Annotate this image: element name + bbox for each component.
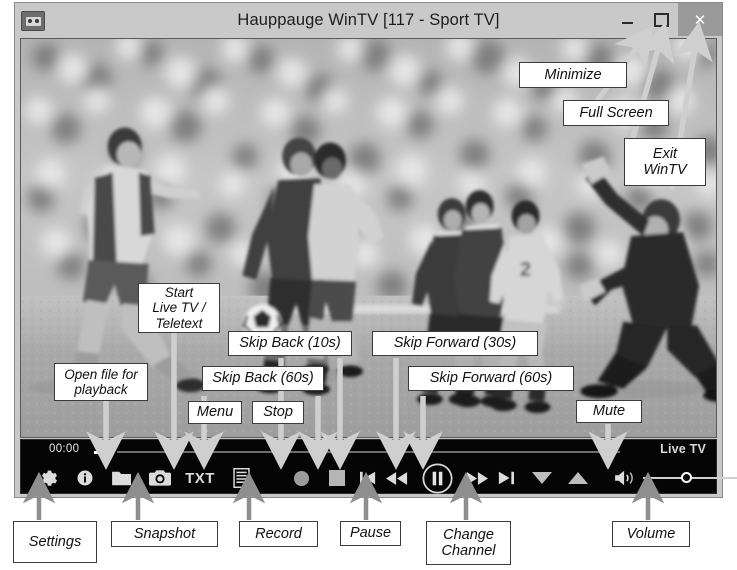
callout-record: Record [239, 521, 318, 547]
skip-back-icon [360, 471, 376, 485]
callout-exit-line2: WinTV [643, 162, 687, 178]
camera-icon [149, 470, 171, 486]
callout-settings: Settings [13, 521, 97, 563]
channel-up-button[interactable] [561, 462, 595, 494]
triangle-up-icon [568, 472, 588, 484]
triangle-down-icon [532, 472, 552, 484]
skip-back-10-button[interactable] [381, 462, 413, 494]
callout-volume: Volume [612, 521, 690, 547]
stop-button[interactable] [321, 462, 353, 494]
pause-button[interactable] [417, 462, 457, 494]
callout-menu: Menu [188, 401, 242, 424]
callout-pause: Pause [340, 521, 401, 546]
callout-openfile-line2: playback [74, 382, 128, 397]
skip-back-60-button[interactable] [355, 462, 381, 494]
callout-skip-forward-60: Skip Forward (60s) [408, 366, 574, 391]
seek-track[interactable] [117, 451, 620, 453]
txt-label: TXT [185, 469, 215, 487]
svg-text:2: 2 [520, 259, 531, 281]
record-button[interactable] [285, 462, 317, 494]
menu-button[interactable] [225, 462, 257, 494]
time-display: 00:00 [49, 443, 80, 455]
fast-forward-icon [466, 471, 488, 485]
skip-forward-60-button[interactable] [493, 462, 519, 494]
callout-channel-line1: Change [443, 526, 494, 543]
callout-startlive-line2: Live TV / [152, 300, 206, 316]
info-icon [77, 470, 93, 486]
skip-forward-icon [498, 471, 514, 485]
minimize-icon [621, 22, 633, 24]
speaker-icon [615, 470, 633, 486]
callout-start-live-tv: Start Live TV / Teletext [138, 283, 220, 333]
maximize-button[interactable] [644, 3, 678, 36]
close-button[interactable]: ✕ [678, 3, 722, 36]
callout-startlive-line1: Start [164, 285, 194, 301]
callout-skip-back-10: Skip Back (10s) [228, 331, 352, 356]
folder-icon [112, 471, 131, 486]
volume-slider[interactable] [643, 462, 737, 494]
mute-button[interactable] [609, 462, 641, 494]
callout-minimize: Minimize [519, 62, 627, 88]
skip-forward-30-button[interactable] [461, 462, 493, 494]
live-tv-status: Live TV [660, 442, 706, 456]
transport-buttons: TXT [21, 462, 737, 494]
player-toolbar: 00:00 Live TV TXT [20, 439, 737, 494]
callout-channel-line2: Channel [441, 543, 496, 559]
callout-skip-forward-30: Skip Forward (30s) [372, 331, 538, 356]
info-button[interactable] [69, 462, 101, 494]
callout-stop: Stop [252, 401, 304, 424]
seek-row: 00:00 Live TV [21, 440, 716, 462]
stop-icon [329, 470, 345, 486]
snapshot-button[interactable] [143, 462, 177, 494]
callout-open-file: Open file for playback [54, 363, 148, 401]
rewind-icon [386, 471, 408, 485]
callout-skip-back-60: Skip Back (60s) [202, 366, 324, 391]
gear-icon [41, 470, 57, 486]
callout-fullscreen: Full Screen [563, 100, 669, 126]
record-icon [293, 470, 309, 486]
callout-openfile-line1: Open file for [64, 366, 138, 382]
open-file-button[interactable] [105, 462, 139, 494]
callout-snapshot: Snapshot [111, 521, 218, 547]
menu-icon [232, 468, 250, 488]
window-controls: ✕ [610, 3, 722, 36]
minimize-button[interactable] [610, 3, 644, 36]
callout-startlive-line3: Teletext [155, 315, 203, 331]
screenshot-root: Hauppauge WinTV [117 - Sport TV] ✕ 2 00:… [0, 0, 737, 570]
teletext-button[interactable]: TXT [179, 462, 221, 494]
maximize-icon [653, 12, 669, 27]
callout-exit: Exit WinTV [624, 138, 706, 186]
pause-icon [421, 462, 453, 494]
callout-mute: Mute [576, 400, 642, 423]
channel-down-button[interactable] [525, 462, 559, 494]
settings-button[interactable] [33, 462, 65, 494]
callout-change-channel: Change Channel [426, 521, 511, 565]
callout-exit-line1: Exit [652, 145, 678, 162]
title-bar: Hauppauge WinTV [117 - Sport TV] ✕ [15, 3, 722, 38]
seek-handle[interactable] [94, 446, 111, 457]
volume-knob[interactable] [681, 471, 692, 483]
